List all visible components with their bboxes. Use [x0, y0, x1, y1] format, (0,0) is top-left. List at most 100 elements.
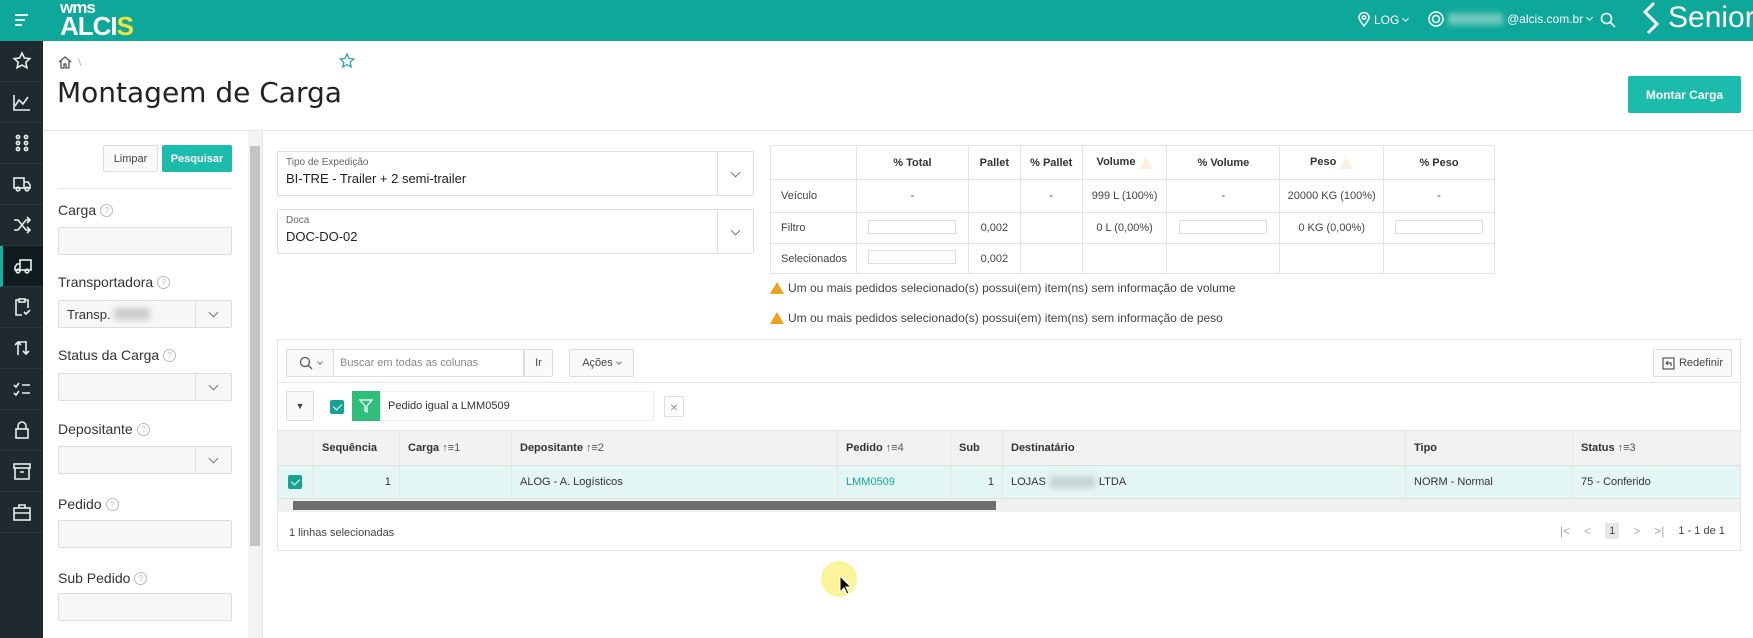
sidebar-item-load-building[interactable] — [0, 246, 43, 287]
tipo-expedicao-label: Tipo de Expedição — [286, 157, 369, 168]
sidebar-item-routing[interactable] — [0, 205, 43, 246]
clear-button[interactable]: Limpar — [103, 145, 158, 172]
doca-label: Doca — [286, 215, 310, 226]
warning-icon — [1138, 156, 1153, 169]
filter-description[interactable]: Pedido igual a LMM0509 — [380, 391, 654, 421]
column-destinatario[interactable]: Destinatário — [1003, 431, 1406, 465]
reset-button[interactable]: Redefinir — [1653, 349, 1732, 377]
montar-carga-button[interactable]: Montar Carga — [1628, 76, 1741, 113]
briefcase-icon — [12, 504, 31, 521]
warning-icon — [770, 312, 784, 324]
tipo-expedicao-select[interactable]: Tipo de Expedição BI-TRE - Trailer + 2 se… — [277, 151, 754, 196]
divider — [278, 382, 1740, 383]
pedido-link[interactable]: LMM0509 — [838, 466, 951, 498]
search-column-selector[interactable] — [286, 349, 334, 377]
depositante-select[interactable] — [58, 446, 232, 474]
doca-select[interactable]: Doca DOC-DO-02 — [277, 209, 754, 254]
grid-search-input[interactable]: Buscar em todas as colunas — [334, 349, 524, 377]
chevron-down-icon — [316, 358, 323, 365]
favorite-star-icon[interactable] — [338, 52, 356, 72]
row-checkbox[interactable] — [288, 475, 302, 489]
prev-page-button[interactable]: < — [1584, 524, 1591, 538]
sidebar-item-dashboard[interactable] — [0, 82, 43, 123]
archive-icon — [12, 463, 31, 480]
warning-icon — [770, 282, 784, 294]
close-icon: × — [669, 398, 679, 415]
menu-icon[interactable] — [14, 12, 30, 31]
user-icon — [1428, 11, 1444, 27]
help-icon: ? — [163, 348, 177, 362]
actions-menu-button[interactable]: Ações — [569, 349, 634, 377]
sidebar-item-tools[interactable] — [0, 492, 43, 533]
remove-filter-button[interactable]: × — [664, 396, 684, 417]
location-label: LOG — [1374, 12, 1400, 27]
help-icon: ? — [105, 497, 119, 511]
next-page-button[interactable]: > — [1633, 524, 1640, 538]
sidebar-item-tasks[interactable] — [0, 369, 43, 410]
sub-pedido-label: Sub Pedido? — [58, 570, 148, 586]
warning-icon — [1339, 156, 1354, 169]
truck-icon — [12, 177, 31, 192]
toggle-filters-button[interactable]: ▼ — [286, 391, 314, 421]
lock-icon — [14, 421, 29, 439]
transportadora-select[interactable]: Transp. — [58, 300, 232, 328]
row-select-cell[interactable] — [278, 466, 314, 498]
filter-panel-scrollbar[interactable] — [248, 131, 262, 638]
select-all-column[interactable] — [278, 431, 314, 465]
search-icon[interactable] — [1600, 12, 1616, 31]
capacity-table: % Total Pallet% Pallet Volume % Volume Pe… — [770, 145, 1495, 274]
pedido-input[interactable] — [58, 520, 232, 548]
go-button[interactable]: Ir — [524, 349, 553, 377]
location-pin-icon — [1358, 12, 1370, 27]
warning-peso: Um ou mais pedidos selecionado(s) possui… — [770, 311, 1223, 325]
sub-pedido-input[interactable] — [58, 593, 232, 621]
breadcrumb: \ — [58, 55, 81, 69]
column-carga[interactable]: Carga ↑≡1 — [400, 431, 512, 465]
help-icon: ? — [136, 422, 150, 436]
user-menu[interactable]: @alcis.com.br — [1428, 11, 1594, 27]
chevron-down-icon — [730, 225, 741, 235]
selected-count: 1 linhas selecionadas — [289, 527, 395, 539]
clipboard-check-icon — [14, 298, 31, 316]
cell-sequencia: 1 — [314, 466, 400, 498]
sidebar-item-checklist[interactable] — [0, 287, 43, 328]
location-selector[interactable]: LOG — [1358, 12, 1410, 27]
column-depositante[interactable]: Depositante ↑≡2 — [512, 431, 838, 465]
status-carga-select[interactable] — [58, 373, 232, 401]
sidebar-item-apps[interactable] — [0, 123, 43, 164]
filter-enabled-checkbox[interactable] — [330, 400, 344, 414]
cell-destinatario: LOJAS LTDA — [1003, 466, 1406, 498]
column-sub[interactable]: Sub — [951, 431, 1003, 465]
column-pedido[interactable]: Pedido ↑≡4 — [838, 431, 951, 465]
column-status[interactable]: Status ↑≡3 — [1573, 431, 1740, 465]
capacity-header-row: % Total Pallet% Pallet Volume % Volume Pe… — [770, 145, 1495, 180]
capacity-row-filtro: Filtro 0,002 0 L (0,00%) 0 KG (0,00%) — [770, 212, 1495, 244]
last-page-button[interactable]: >| — [1654, 524, 1664, 538]
column-tipo[interactable]: Tipo — [1406, 431, 1573, 465]
senior-logo: Senior — [1640, 1, 1753, 35]
help-icon: ? — [100, 203, 114, 217]
tipo-expedicao-value: BI-TRE - Trailer + 2 semi-trailer — [286, 171, 467, 186]
cell-depositante: ALOG - A. Logísticos — [512, 466, 838, 498]
cell-status: 75 - Conferido — [1581, 476, 1651, 488]
search-icon — [299, 356, 312, 370]
search-button[interactable]: Pesquisar — [162, 145, 232, 172]
sidebar-item-transfer[interactable] — [0, 328, 43, 369]
sidebar-item-security[interactable] — [0, 410, 43, 451]
depositante-label: Depositante? — [58, 421, 150, 437]
grid-header-row: Sequência Carga ↑≡1 Depositante ↑≡2 Pedido… — [278, 430, 1740, 466]
column-sequencia[interactable]: Sequência — [314, 431, 400, 465]
cell-tipo: NORM - Normal — [1406, 466, 1573, 498]
first-page-button[interactable]: |< — [1560, 524, 1570, 538]
current-page[interactable]: 1 — [1605, 523, 1620, 539]
warning-volume: Um ou mais pedidos selecionado(s) possui… — [770, 281, 1236, 295]
sidebar-item-archive[interactable] — [0, 451, 43, 492]
table-row[interactable]: 1 ALOG - A. Logísticos LMM0509 1 LOJAS LT… — [278, 466, 1740, 499]
sidebar-item-favorites[interactable] — [0, 41, 43, 82]
cell-sub: 1 — [951, 466, 1003, 498]
grid-horizontal-scrollbar[interactable] — [278, 499, 1740, 512]
home-icon[interactable] — [58, 55, 72, 69]
sidebar-item-shipping[interactable] — [0, 164, 43, 205]
carga-input[interactable] — [58, 227, 232, 255]
divider — [58, 188, 232, 189]
